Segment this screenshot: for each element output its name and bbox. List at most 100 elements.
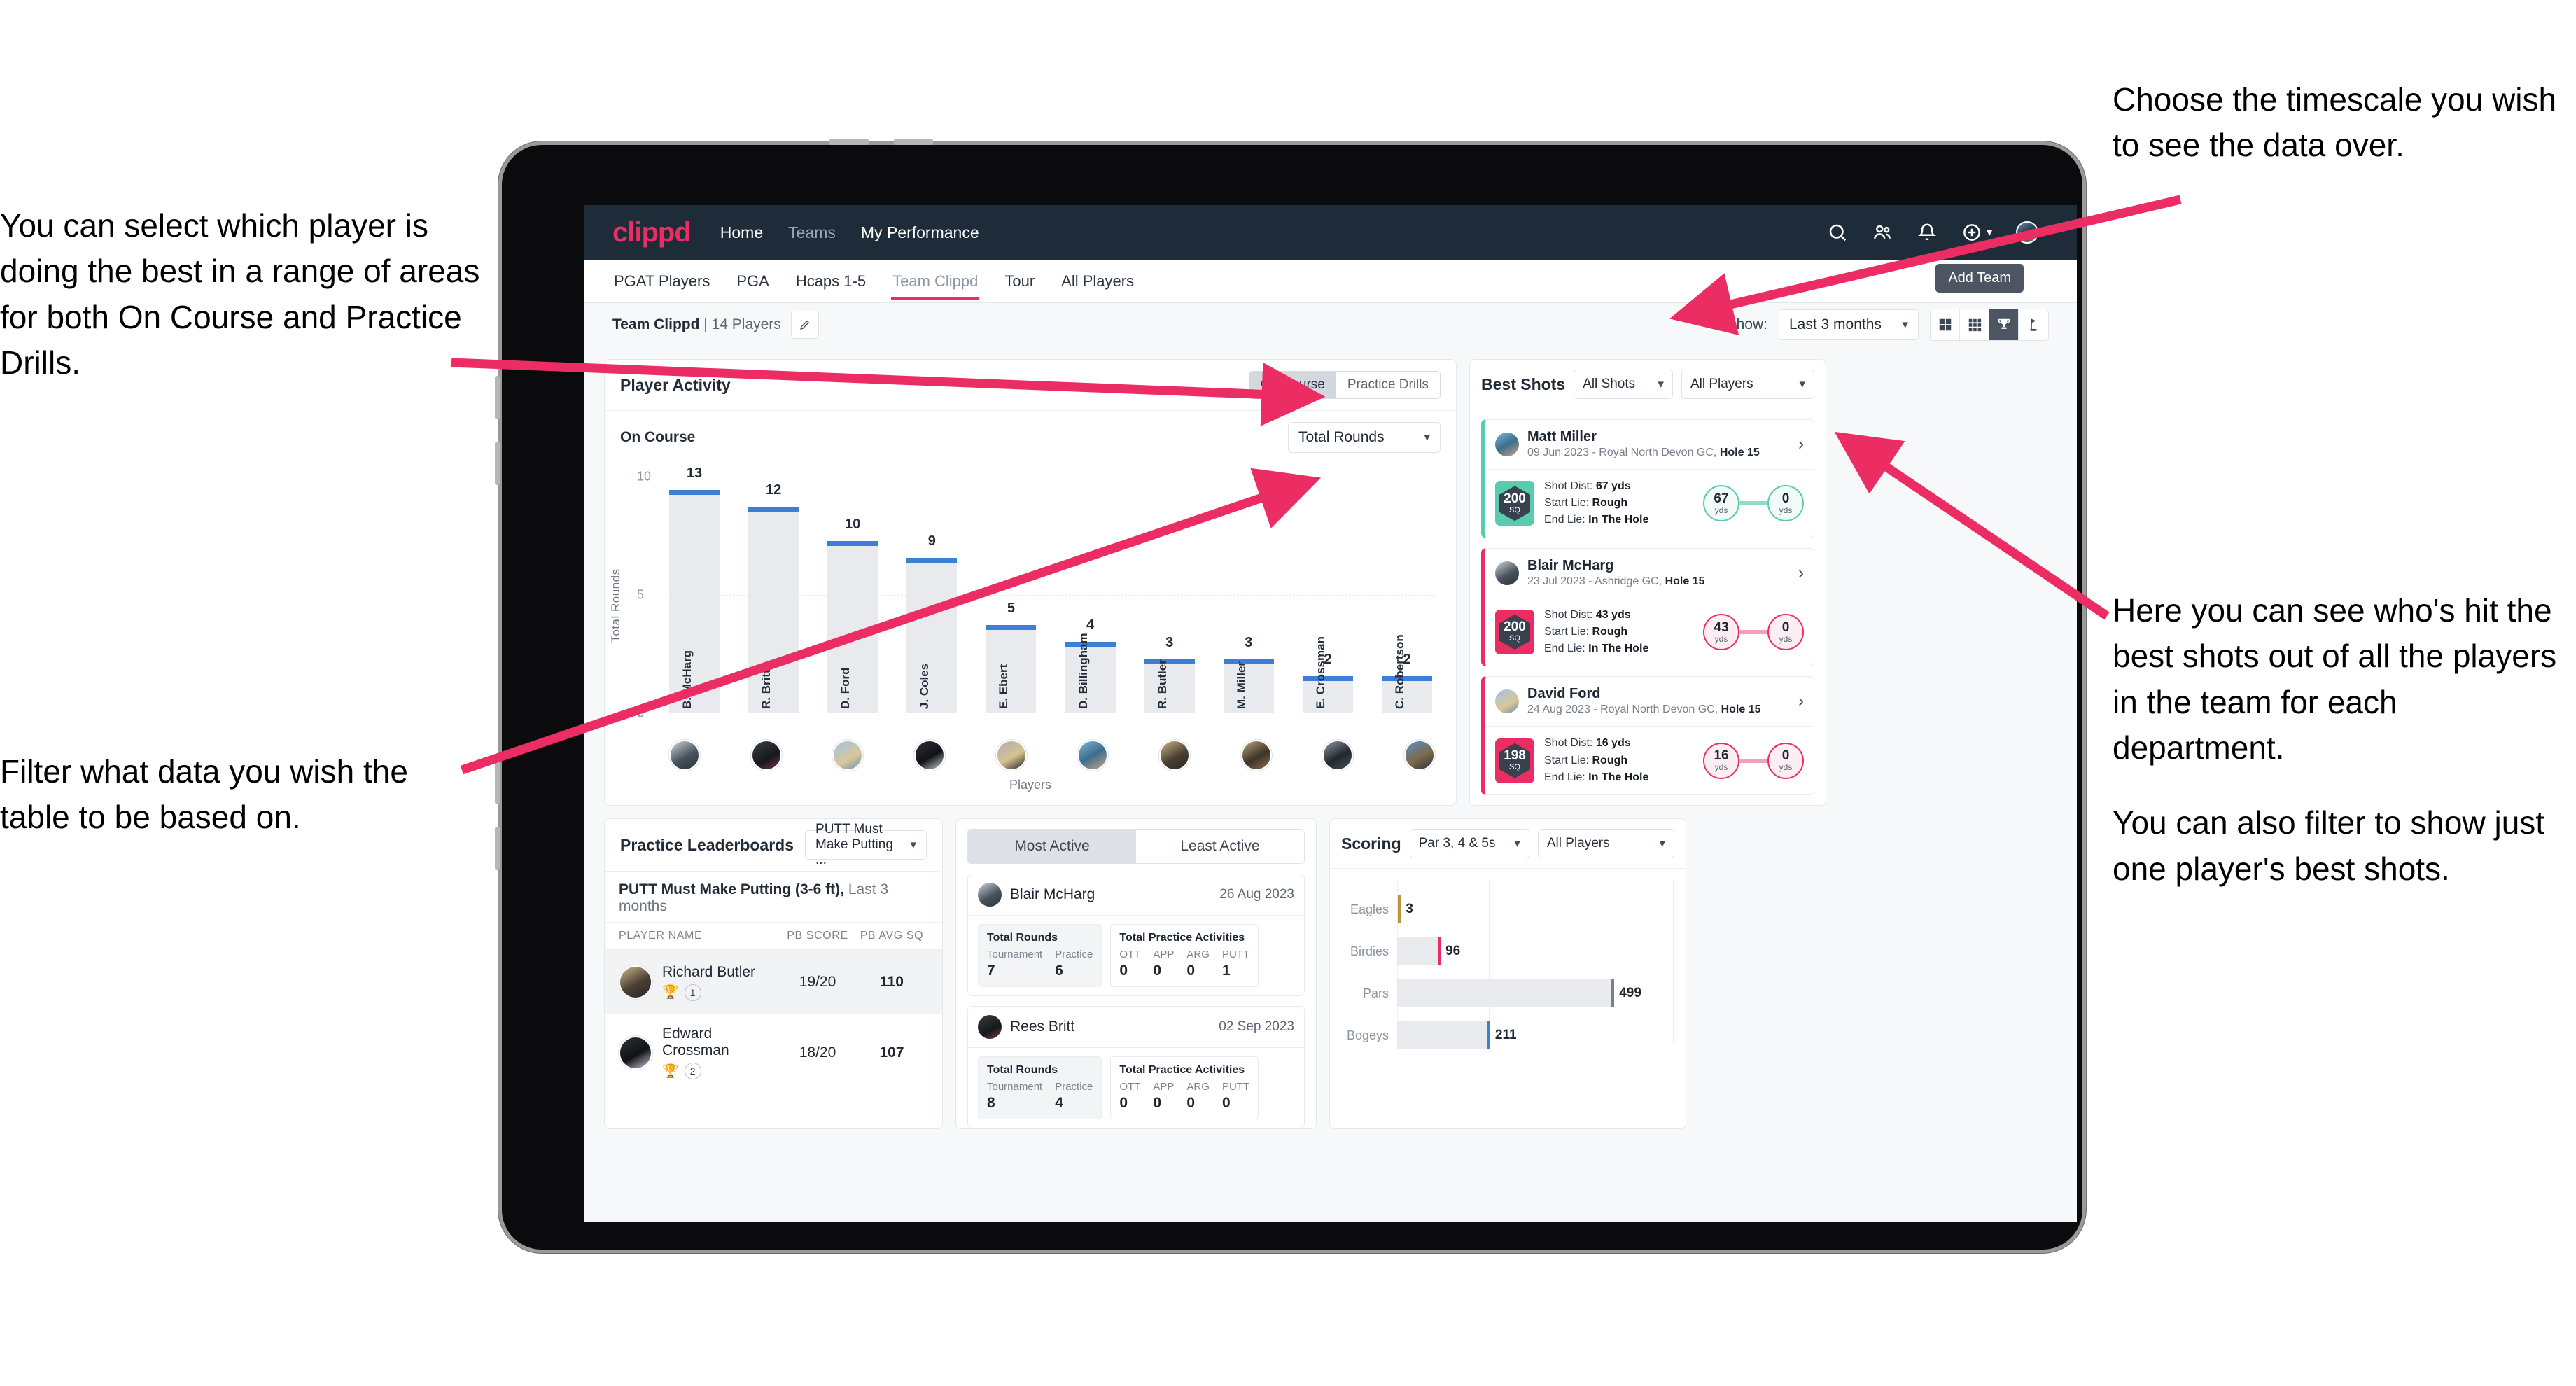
- bar-column[interactable]: 10 D. Ford: [827, 477, 878, 713]
- bar-column[interactable]: 9 J. Coles: [906, 477, 958, 713]
- avatar[interactable]: [995, 740, 1027, 771]
- start-lie-line: Start Lie: Rough: [1544, 497, 1628, 510]
- view-toggle-group: [1930, 308, 2049, 341]
- sub-header-controls: Show: Last 3 months ▾: [1727, 308, 2049, 341]
- bar-column[interactable]: 4 D. Billingham: [1065, 477, 1116, 713]
- avatar[interactable]: [2016, 221, 2039, 244]
- best-shot-item[interactable]: David Ford 24 Aug 2023 - Royal North Devo…: [1481, 676, 1814, 796]
- distance-dumbbell: 43 yds 0 yds: [1703, 614, 1804, 650]
- grid-3x3-icon[interactable]: [1960, 309, 1989, 340]
- practice-metric-value: 0: [1153, 962, 1162, 979]
- avatar[interactable]: [1404, 740, 1435, 771]
- tab-least-active[interactable]: Least Active: [1136, 830, 1304, 864]
- nav-link-home[interactable]: Home: [720, 223, 763, 242]
- avatar[interactable]: [1322, 740, 1354, 771]
- practice-metric-label: OTT: [1119, 1081, 1141, 1093]
- tab-pgat-players[interactable]: PGAT Players: [612, 262, 711, 300]
- tab-most-active[interactable]: Most Active: [968, 830, 1136, 864]
- avatar[interactable]: [1240, 740, 1272, 771]
- table-row[interactable]: Edward Crossman 🏆 2 18/20 107: [605, 1014, 942, 1091]
- plus-circle-icon[interactable]: [1961, 222, 1982, 243]
- end-lie-line: End Lie: In The Hole: [1544, 771, 1649, 783]
- bar-column[interactable]: 2 E. Crossman: [1302, 477, 1353, 713]
- activity-item-header: Rees Britt 02 Sep 2023: [968, 1007, 1304, 1049]
- practice-metric-label: OTT: [1119, 948, 1141, 961]
- avatar[interactable]: [1158, 740, 1190, 771]
- sq-unit: SQ: [1509, 505, 1520, 514]
- bar-column[interactable]: 2 C. Robertson: [1381, 477, 1432, 713]
- avatar[interactable]: [1077, 740, 1109, 771]
- scoring-bar-tip: [1611, 979, 1615, 1008]
- activity-player-name: Rees Britt: [1010, 1018, 1075, 1035]
- avatar[interactable]: [750, 740, 782, 771]
- player-filter-select[interactable]: All Players ▾: [1681, 370, 1814, 399]
- best-shot-details: Shot Dist: 67 yds Start Lie: Rough End Lie…: [1544, 478, 1648, 529]
- timescale-select[interactable]: Last 3 months ▾: [1779, 309, 1919, 340]
- best-shot-item[interactable]: Blair McHarg 23 Jul 2023 - Ashridge GC, H…: [1481, 547, 1814, 667]
- edit-team-button[interactable]: [790, 310, 819, 339]
- activity-item[interactable]: Rees Britt 02 Sep 2023 Total Rounds Tournam…: [967, 1006, 1305, 1129]
- par-filter-select[interactable]: Par 3, 4 & 5s ▾: [1409, 829, 1530, 859]
- chevron-right-icon[interactable]: ›: [1798, 435, 1804, 454]
- chevron-right-icon[interactable]: ›: [1798, 692, 1804, 711]
- avatar: [619, 965, 652, 1000]
- annotation-left-top-text: You can select which player is doing the…: [0, 207, 480, 381]
- drill-select[interactable]: PUTT Must Make Putting ... ▾: [805, 822, 927, 867]
- segment-practice-drills[interactable]: Practice Drills: [1336, 372, 1440, 398]
- distance-from-value: 43: [1714, 620, 1729, 635]
- tab-team-clippd[interactable]: Team Clippd: [891, 262, 980, 300]
- best-shot-item[interactable]: Matt Miller 09 Jun 2023 - Royal North Dev…: [1481, 419, 1814, 538]
- practice-metric-label: PUTT: [1222, 1081, 1250, 1093]
- add-menu[interactable]: ▾: [1961, 222, 1992, 243]
- clippd-logo[interactable]: clippd: [612, 217, 692, 248]
- nav-link-teams[interactable]: Teams: [788, 223, 836, 242]
- activity-item[interactable]: Blair McHarg 26 Aug 2023 Total Rounds Tourn…: [967, 874, 1305, 997]
- chevron-right-icon[interactable]: ›: [1798, 564, 1804, 583]
- metric-select[interactable]: Total Rounds ▾: [1288, 422, 1441, 453]
- sq-value: 200: [1504, 620, 1526, 635]
- best-shot-header: David Ford 24 Aug 2023 - Royal North Devo…: [1485, 677, 1814, 727]
- shot-filter-select[interactable]: All Shots ▾: [1574, 370, 1673, 399]
- practice-metric: OTT 0: [1119, 948, 1140, 979]
- grid-2x2-icon[interactable]: [1931, 309, 1960, 340]
- bar-column[interactable]: 13 B. McHarg: [669, 465, 720, 713]
- bell-icon[interactable]: [1917, 222, 1938, 243]
- scoring-value: 3: [1406, 902, 1413, 917]
- tab-all-players[interactable]: All Players: [1060, 262, 1135, 300]
- leaderboard-pb-score: 19/20: [799, 974, 836, 990]
- leaderboard-player-name: Edward Crossman: [662, 1026, 729, 1059]
- tab-tour[interactable]: Tour: [1003, 262, 1036, 300]
- best-shot-meta: 09 Jun 2023 - Royal North Devon GC, Hole…: [1527, 447, 1760, 458]
- trophy-icon[interactable]: [1989, 309, 2019, 340]
- scoring-track: 96: [1397, 937, 1673, 966]
- table-row[interactable]: Richard Butler 🏆 1 19/20 110: [605, 950, 942, 1015]
- avatar: [619, 1035, 652, 1070]
- dashboard-row-2: Practice Leaderboards PUTT Must Make Put…: [604, 818, 2057, 1130]
- tab-pga[interactable]: PGA: [735, 262, 770, 300]
- profile-menu[interactable]: ▾: [2016, 221, 2049, 244]
- activity-item-body: Total Rounds Tournament 7 Practice 6 Total Pr…: [968, 916, 1304, 995]
- avatar[interactable]: [913, 740, 945, 771]
- nav-link-my-performance[interactable]: My Performance: [861, 223, 979, 242]
- chart-plot-area: 10 5 0 13 B. McHarg 12 R. Britt 10 D. Ford 9 J.…: [637, 465, 1435, 720]
- bar-column[interactable]: 5 E. Ebert: [986, 477, 1037, 713]
- annotation-right-mid-p2: You can also filter to show just one pla…: [2113, 804, 2545, 887]
- people-icon[interactable]: [1872, 222, 1893, 243]
- tab-hcaps-1-5[interactable]: Hcaps 1-5: [794, 262, 867, 300]
- bar-column[interactable]: 12 R. Britt: [748, 477, 799, 713]
- bar-column[interactable]: 3 R. Butler: [1144, 477, 1195, 713]
- avatar[interactable]: [832, 740, 864, 771]
- scoring-player-filter-select[interactable]: All Players ▾: [1537, 829, 1674, 859]
- search-icon[interactable]: [1827, 222, 1848, 243]
- avatar[interactable]: [669, 740, 700, 771]
- team-tabs: PGAT Players PGA Hcaps 1-5 Team Clippd T…: [584, 260, 2077, 303]
- dashboard-content: Player Activity On Course Practice Drill…: [584, 346, 2077, 1142]
- segment-on-course[interactable]: On Course: [1250, 372, 1336, 398]
- distance-from-unit: yds: [1714, 505, 1728, 515]
- bar-column[interactable]: 3 M. Miller: [1223, 477, 1274, 713]
- total-rounds-title: Total Rounds: [987, 932, 1058, 944]
- bar-cap: [906, 557, 958, 563]
- shot-quality-badge: 200 SQ: [1495, 610, 1534, 654]
- golf-flag-icon[interactable]: [2019, 309, 2048, 340]
- leaderboard-player-cell: Richard Butler 🏆 1: [619, 964, 780, 1001]
